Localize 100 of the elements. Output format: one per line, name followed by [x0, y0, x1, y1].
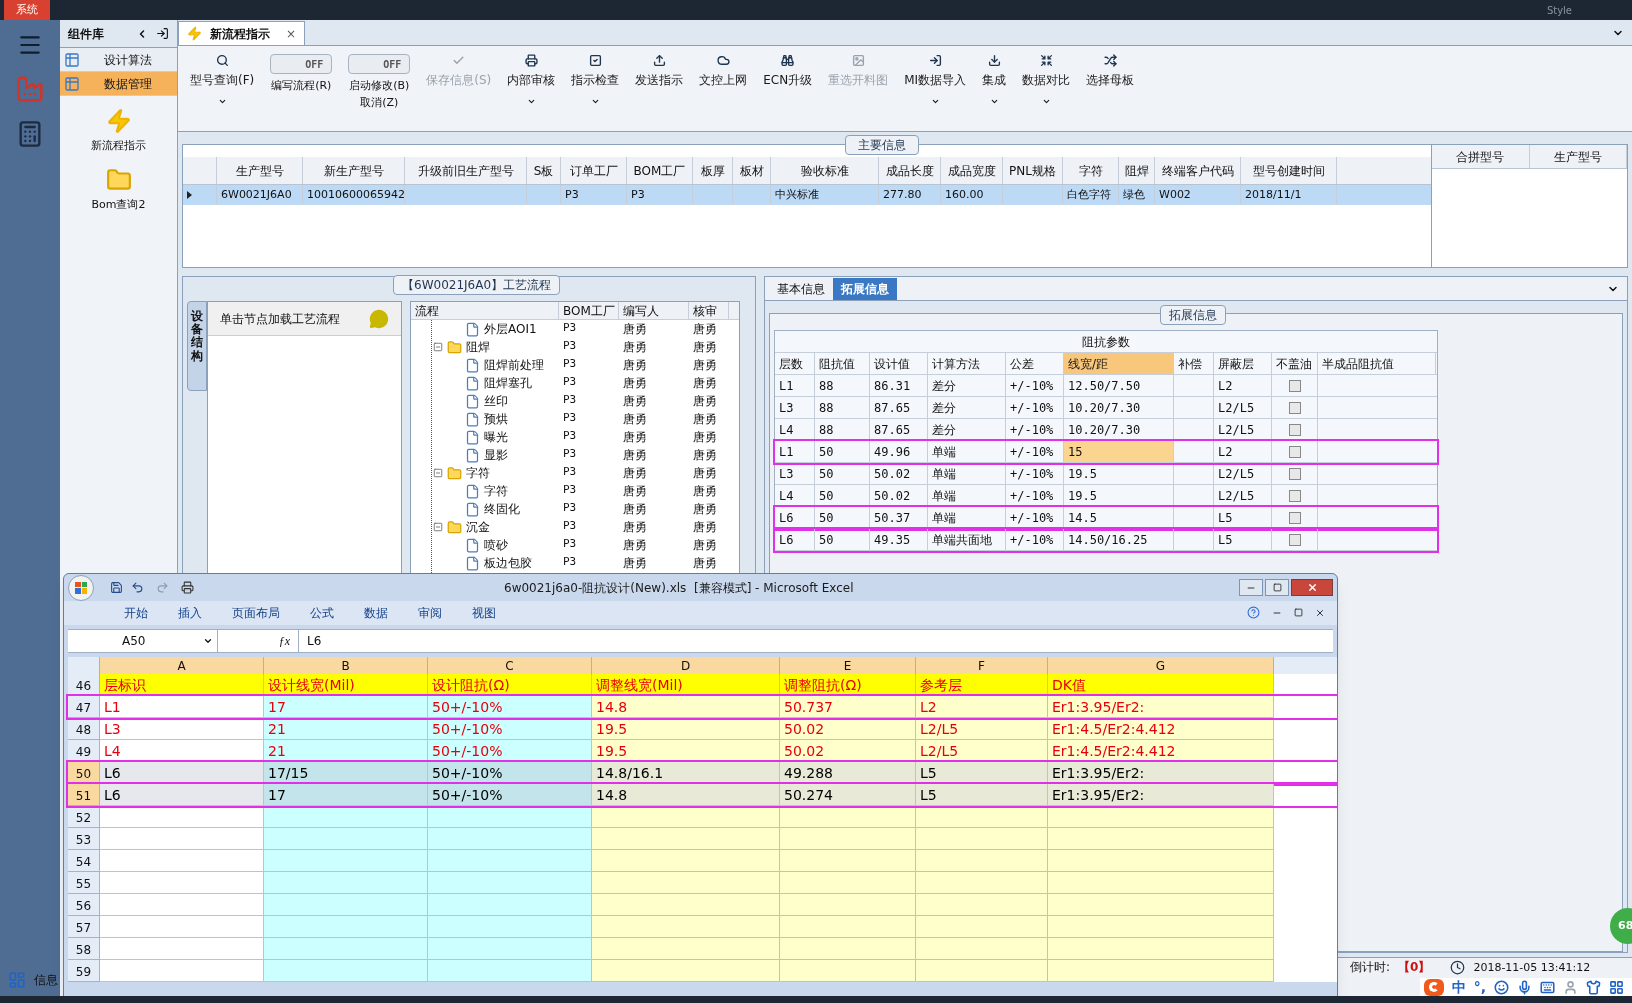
column-header[interactable]: 型号创建时间: [1241, 157, 1337, 184]
launcher-button[interactable]: 新流程指示: [60, 108, 177, 155]
document-tab[interactable]: 新流程指示 ×: [178, 21, 306, 45]
maximize-button[interactable]: [1265, 579, 1289, 596]
shirt-icon[interactable]: [1586, 979, 1601, 995]
tab[interactable]: 拓展信息: [833, 278, 897, 300]
column-header[interactable]: F: [916, 657, 1048, 674]
column-header[interactable]: 新生产型号: [303, 157, 405, 184]
minimize-button[interactable]: [1239, 579, 1263, 596]
column-header[interactable]: B: [264, 657, 428, 674]
column-header[interactable]: BOM工厂: [627, 157, 693, 184]
row-number[interactable]: 56: [68, 894, 100, 916]
row-number[interactable]: 46: [68, 674, 100, 696]
toolbar-button[interactable]: 集成: [974, 46, 1015, 106]
restore-icon[interactable]: [1294, 608, 1303, 617]
table-row[interactable]: 6W0021J6A0 10010600065942 P3 P3 中兴标准 277.80 160.00 白色字符 绿色 W002 2018/11/1: [183, 185, 1431, 205]
column-header[interactable]: 线宽/距: [1064, 353, 1174, 374]
column-header[interactable]: 设计值: [870, 353, 928, 374]
ribbon-tab[interactable]: 页面布局: [232, 604, 280, 622]
row-number[interactable]: 54: [68, 850, 100, 872]
pin-icon[interactable]: [156, 27, 169, 40]
tree-node[interactable]: 沉金: [466, 518, 490, 536]
checkbox[interactable]: [1288, 489, 1301, 502]
keyboard-icon[interactable]: [1540, 979, 1555, 995]
tree-node[interactable]: 阻焊塞孔: [484, 374, 532, 392]
toolbar-button[interactable]: MI数据导入: [896, 46, 975, 106]
checkbox[interactable]: [1288, 467, 1301, 480]
redo-icon[interactable]: [156, 581, 169, 594]
tree-node[interactable]: 阻焊: [466, 338, 490, 356]
function-label[interactable]: ƒx: [218, 632, 298, 650]
column-header[interactable]: 核审: [689, 302, 729, 319]
row-number[interactable]: 49: [68, 740, 100, 762]
toggle-switch[interactable]: OFF: [270, 54, 333, 74]
column-header[interactable]: E: [780, 657, 916, 674]
info-label[interactable]: 信息: [34, 971, 58, 989]
tree-node[interactable]: 丝印: [484, 392, 508, 410]
toolbar-button[interactable]: 发送指示: [627, 46, 692, 89]
ribbon-tab[interactable]: 插入: [178, 604, 202, 622]
checkbox[interactable]: [1288, 445, 1301, 458]
column-header[interactable]: 生产型号: [217, 157, 303, 184]
tree-node[interactable]: 喷砂: [484, 536, 508, 554]
toolbar-button[interactable]: ECN升级: [755, 46, 821, 89]
ime-label[interactable]: 中: [1451, 976, 1466, 998]
row-number[interactable]: 52: [68, 806, 100, 828]
row-number[interactable]: 47: [68, 696, 100, 718]
toolbar-button[interactable]: 指示检查: [563, 46, 628, 106]
side-tab[interactable]: 设备结构: [187, 301, 207, 391]
toggle-switch[interactable]: OFF: [348, 54, 411, 74]
column-header[interactable]: 屏蔽层: [1214, 353, 1272, 374]
save-icon[interactable]: [110, 581, 123, 594]
column-header[interactable]: 流程: [411, 302, 559, 319]
column-header[interactable]: 半成品阻抗值: [1318, 353, 1436, 374]
row-number[interactable]: 50: [68, 762, 100, 784]
column-header[interactable]: 计算方法: [928, 353, 1006, 374]
toolbar-button[interactable]: 数据对比: [1014, 46, 1079, 106]
tree-node[interactable]: 字符: [484, 482, 508, 500]
tree-node[interactable]: 外层AOI1: [484, 320, 537, 338]
close-button[interactable]: [1291, 579, 1333, 596]
column-header[interactable]: 补偿: [1174, 353, 1214, 374]
tree-node[interactable]: 预烘: [484, 410, 508, 428]
launcher-button[interactable]: Bom查询2: [60, 166, 177, 213]
row-number[interactable]: 48: [68, 718, 100, 740]
checkbox[interactable]: [1288, 511, 1301, 524]
column-header[interactable]: 订单工厂: [561, 157, 627, 184]
tab[interactable]: 基本信息: [769, 278, 833, 300]
column-header[interactable]: 字符: [1063, 157, 1119, 184]
ime-label[interactable]: °,: [1473, 976, 1486, 998]
toolbar-button[interactable]: 型号查询(F): [182, 46, 263, 106]
checkbox[interactable]: [1288, 401, 1301, 414]
column-header[interactable]: PNL规格: [1003, 157, 1063, 184]
checkbox[interactable]: [1288, 423, 1301, 436]
column-header[interactable]: 验收标准: [771, 157, 879, 184]
input-method-logo-icon[interactable]: [1423, 978, 1444, 996]
system-tab[interactable]: 系统: [4, 0, 50, 20]
column-header[interactable]: 板材: [733, 157, 771, 184]
column-header[interactable]: 成品宽度: [941, 157, 1003, 184]
panel-item[interactable]: 设计算法: [60, 48, 177, 72]
column-header[interactable]: 合拼型号: [1432, 145, 1530, 168]
panel-item[interactable]: 数据管理: [60, 72, 177, 96]
column-header[interactable]: G: [1048, 657, 1274, 674]
column-header[interactable]: S板: [527, 157, 561, 184]
column-header[interactable]: D: [592, 657, 780, 674]
column-header[interactable]: 阻抗值: [815, 353, 870, 374]
tree-node[interactable]: 阻焊前处理: [484, 356, 544, 374]
close-icon[interactable]: ×: [286, 24, 297, 43]
row-number[interactable]: 59: [68, 960, 100, 982]
column-header[interactable]: 层数: [775, 353, 815, 374]
column-header[interactable]: 成品长度: [879, 157, 941, 184]
row-number[interactable]: 57: [68, 916, 100, 938]
name-box[interactable]: A50: [68, 630, 218, 652]
column-header[interactable]: 板厚: [693, 157, 733, 184]
column-header[interactable]: BOM工厂: [559, 302, 619, 319]
checkbox[interactable]: [1288, 379, 1301, 392]
office-logo-icon[interactable]: [68, 574, 94, 601]
row-number[interactable]: 53: [68, 828, 100, 850]
smiley-icon[interactable]: [1494, 979, 1509, 995]
row-number[interactable]: 55: [68, 872, 100, 894]
column-header[interactable]: 阻焊: [1119, 157, 1155, 184]
ribbon-tab[interactable]: 数据: [364, 604, 388, 622]
ribbon-tab[interactable]: 视图: [472, 604, 496, 622]
